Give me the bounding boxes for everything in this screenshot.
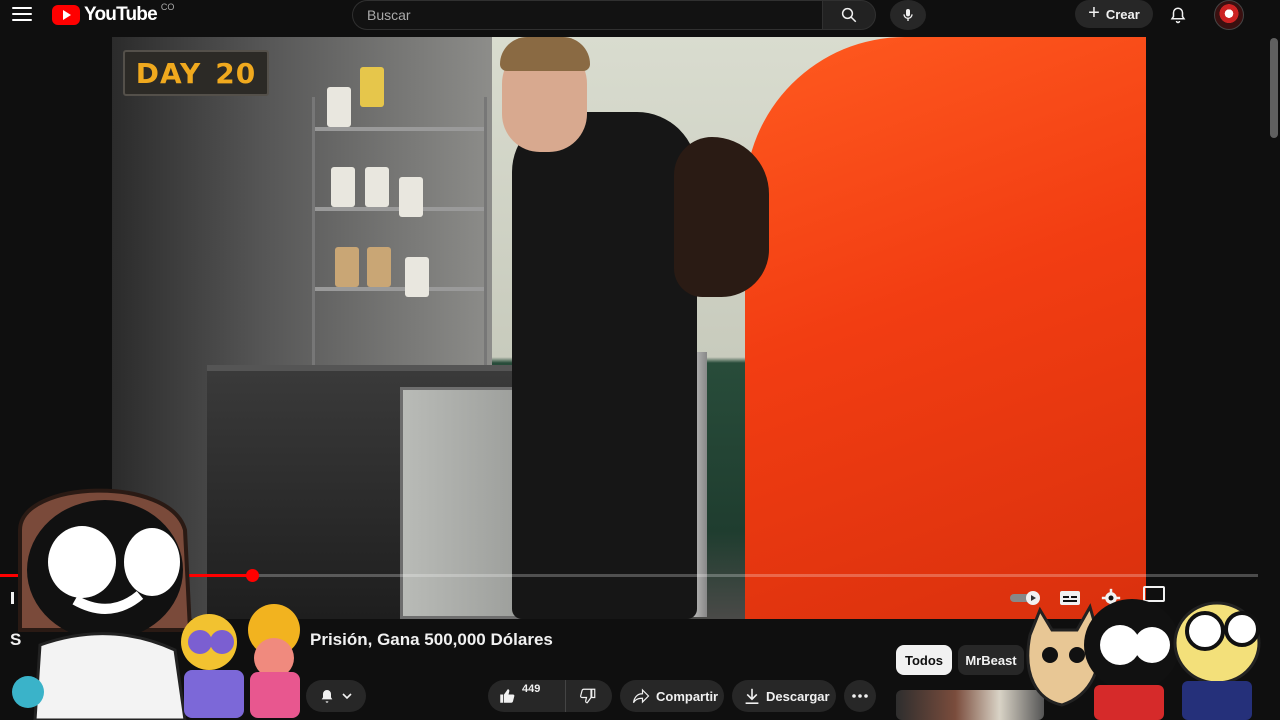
- share-icon: [632, 688, 650, 704]
- bell-icon: [1170, 7, 1186, 24]
- dislike-icon: [580, 688, 596, 704]
- video-player[interactable]: DAY 20: [112, 37, 1146, 619]
- video-title: Prisión, Gana 500,000 Dólares: [310, 630, 553, 649]
- person-hair: [500, 37, 590, 71]
- page-scrollbar[interactable]: [1270, 38, 1278, 138]
- top-bar: YouTube CO Buscar + Crear: [0, 0, 1280, 32]
- progress-scrubber[interactable]: [246, 569, 259, 582]
- chip-todos[interactable]: Todos: [896, 645, 952, 675]
- like-icon: [500, 689, 515, 703]
- dislike-button[interactable]: [566, 680, 610, 712]
- day-word: DAY: [135, 56, 202, 90]
- share-button[interactable]: Compartir: [620, 680, 724, 712]
- more-icon: [852, 694, 868, 698]
- search-bar: Buscar: [352, 0, 876, 30]
- day-number: 20: [215, 56, 257, 90]
- download-icon: [745, 688, 759, 704]
- create-button[interactable]: + Crear: [1075, 0, 1153, 28]
- search-button[interactable]: [822, 0, 876, 30]
- youtube-watch-page: YouTube CO Buscar + Crear DAY 20 S Prisi…: [0, 0, 1280, 720]
- download-label: Descargar: [766, 688, 830, 704]
- create-label: Crear: [1105, 6, 1140, 22]
- like-button[interactable]: 449: [488, 680, 566, 712]
- cartoon-characters-overlay: [1026, 599, 1261, 720]
- bell-subscribed-icon: [321, 690, 333, 703]
- chevron-down-icon: [342, 693, 352, 700]
- menu-icon[interactable]: [10, 4, 34, 24]
- game-characters-overlay: [181, 604, 300, 718]
- download-button[interactable]: Descargar: [732, 680, 836, 712]
- wire-rack: [312, 67, 487, 397]
- share-label: Compartir: [656, 688, 719, 704]
- chip-mrbeast[interactable]: MrBeast: [958, 645, 1024, 675]
- account-avatar[interactable]: [1214, 0, 1244, 30]
- logo-country-code: CO: [160, 2, 175, 12]
- like-dislike-group: 449: [488, 680, 612, 712]
- logo-text: YouTube: [84, 4, 158, 25]
- more-actions-button[interactable]: [844, 680, 876, 712]
- person-orange-jumpsuit: [745, 37, 1146, 619]
- search-input[interactable]: Buscar: [352, 0, 822, 30]
- person-bent-head: [674, 137, 769, 297]
- youtube-logo[interactable]: YouTube CO: [52, 2, 175, 26]
- cartoon-character-overlay: [12, 488, 193, 720]
- plus-icon: +: [1088, 2, 1100, 24]
- like-count: 449: [522, 683, 541, 695]
- subscribed-notifications-button[interactable]: [306, 680, 366, 712]
- day-counter-badge: DAY 20: [123, 50, 269, 96]
- voice-search-button[interactable]: [890, 0, 926, 30]
- youtube-logo-icon: [52, 5, 80, 25]
- notifications-button[interactable]: [1165, 2, 1191, 28]
- mic-icon: [903, 9, 913, 21]
- search-icon: [841, 7, 857, 23]
- person-black-shirt: [512, 112, 697, 619]
